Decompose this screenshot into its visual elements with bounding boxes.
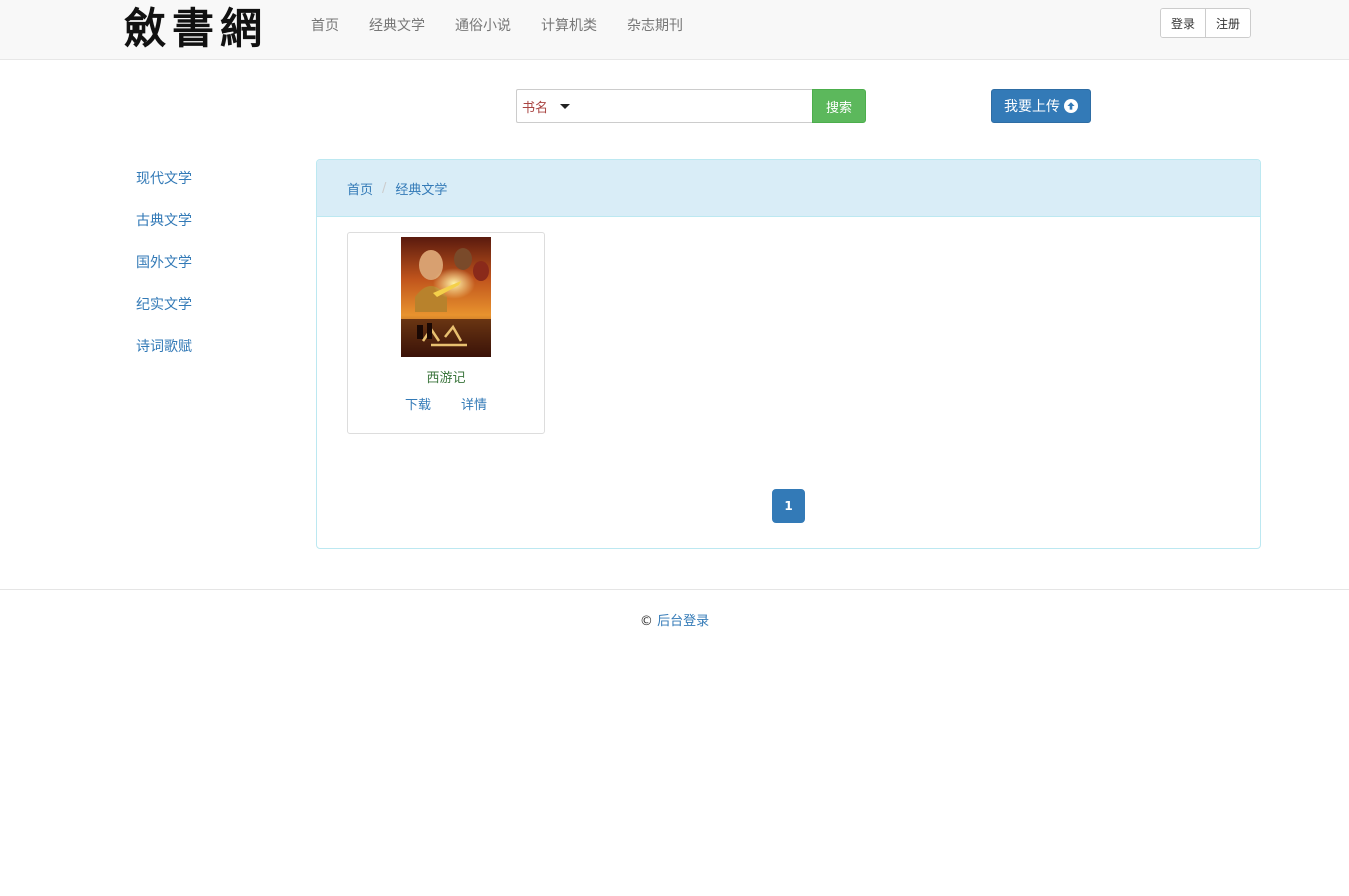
download-link[interactable]: 下载 (405, 394, 431, 413)
search-type-dropdown[interactable]: 书名 (516, 89, 578, 123)
search-button[interactable]: 搜索 (812, 89, 866, 123)
top-navbar: 斂書網 首页 经典文学 通俗小说 计算机类 杂志期刊 登录 注册 (0, 0, 1349, 60)
auth-button-group: 登录 注册 (1160, 8, 1252, 38)
book-actions: 下载 详情 (348, 394, 544, 413)
copyright-symbol: © (639, 614, 653, 629)
nav-link-popular-fiction[interactable]: 通俗小说 (440, 0, 526, 52)
upload-button[interactable]: 我要上传 (991, 89, 1091, 123)
register-button[interactable]: 注册 (1205, 9, 1251, 37)
circle-arrow-up-icon (1064, 99, 1078, 113)
book-card: 西游记 下载 详情 (347, 232, 545, 434)
book-title[interactable]: 西游记 (348, 367, 544, 386)
main-nav: 首页 经典文学 通俗小说 计算机类 杂志期刊 (296, 0, 698, 52)
caret-down-icon (560, 103, 571, 109)
sidebar-item-ancient-literature[interactable]: 古典文学 (136, 200, 286, 242)
book-cover-image[interactable] (401, 237, 491, 357)
login-button[interactable]: 登录 (1161, 9, 1206, 37)
sidebar-item-foreign-literature[interactable]: 国外文学 (136, 242, 286, 284)
page-footer: © 后台登录 (0, 610, 1349, 629)
breadcrumb-separator: / (382, 180, 387, 196)
book-list-panel: 首页 / 经典文学 西游记 下载 详情 1 (316, 159, 1261, 549)
nav-link-home[interactable]: 首页 (296, 0, 354, 52)
footer-divider (0, 589, 1349, 590)
nav-link-magazines[interactable]: 杂志期刊 (612, 0, 698, 52)
sidebar-item-documentary-literature[interactable]: 纪实文学 (136, 284, 286, 326)
breadcrumb-current[interactable]: 经典文学 (395, 179, 447, 198)
search-bar: 书名 搜索 (516, 89, 866, 123)
site-logo[interactable]: 斂書網 (124, 4, 268, 54)
nav-link-classic-literature[interactable]: 经典文学 (354, 0, 440, 52)
breadcrumb: 首页 / 经典文学 (317, 160, 1260, 217)
sidebar-item-poetry[interactable]: 诗词歌赋 (136, 326, 286, 368)
sidebar-item-modern-literature[interactable]: 现代文学 (136, 158, 286, 200)
category-sidebar: 现代文学 古典文学 国外文学 纪实文学 诗词歌赋 (136, 158, 286, 368)
search-input[interactable] (578, 89, 812, 123)
details-link[interactable]: 详情 (461, 394, 487, 413)
upload-button-label: 我要上传 (1004, 99, 1060, 115)
nav-link-computer[interactable]: 计算机类 (526, 0, 612, 52)
breadcrumb-home[interactable]: 首页 (347, 179, 373, 198)
admin-login-link[interactable]: 后台登录 (657, 614, 709, 629)
search-type-label: 书名 (522, 100, 549, 116)
pagination-page-button[interactable]: 1 (772, 489, 805, 523)
